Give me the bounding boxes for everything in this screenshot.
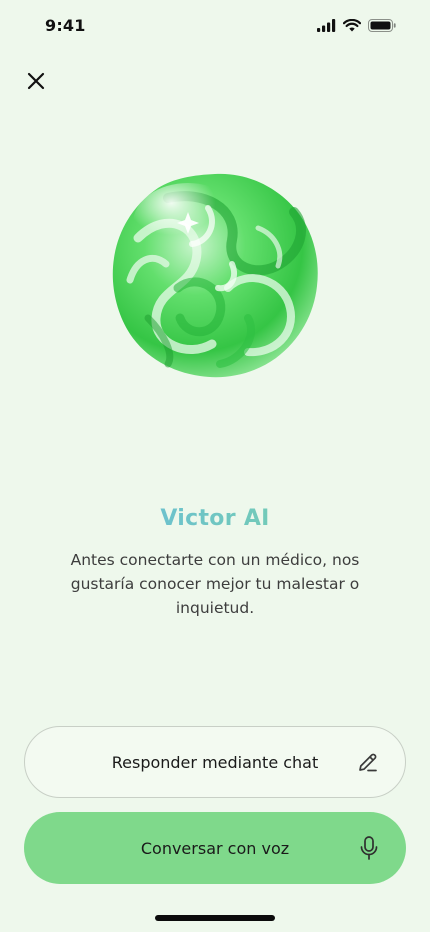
wifi-icon (342, 17, 362, 36)
cellular-signal-icon (317, 17, 336, 36)
assistant-name: Victor AI (0, 506, 430, 531)
converse-by-voice-button[interactable]: Conversar con voz (24, 812, 406, 884)
chat-button-label: Responder mediante chat (111, 752, 319, 772)
battery-icon (368, 17, 396, 36)
status-icons (317, 17, 396, 36)
assistant-orb-image (108, 168, 322, 382)
close-icon (27, 72, 45, 94)
voice-button-label: Conversar con voz (140, 838, 290, 858)
pencil-icon (355, 749, 381, 775)
status-time: 9:41 (45, 16, 86, 35)
respond-via-chat-button[interactable]: Responder mediante chat (24, 726, 406, 798)
assistant-description: Antes conectarte con un médico, nos gust… (70, 551, 360, 617)
microphone-icon (356, 835, 382, 861)
close-button[interactable] (20, 67, 52, 99)
home-indicator[interactable] (155, 915, 275, 921)
status-bar: 9:41 (0, 0, 430, 52)
